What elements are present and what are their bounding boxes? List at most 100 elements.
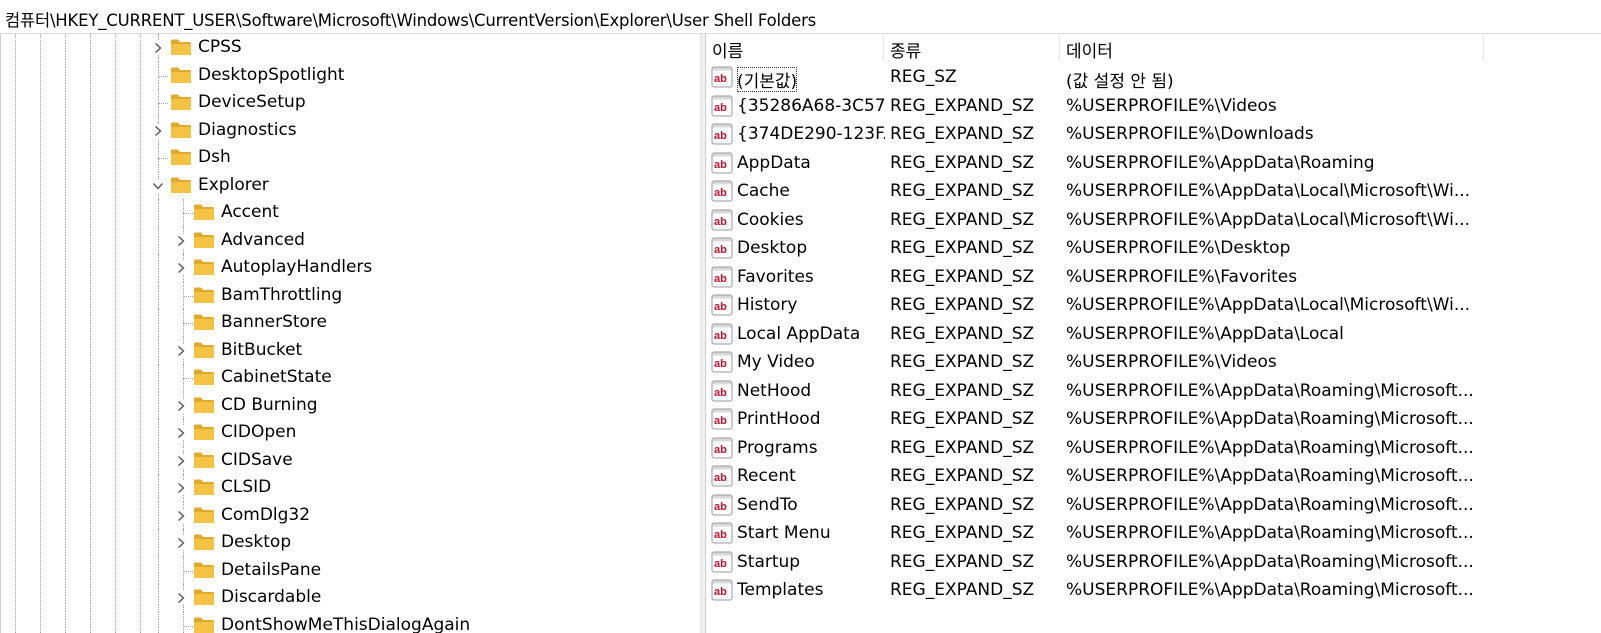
value-type: REG_EXPAND_SZ (890, 95, 1035, 116)
tree-item[interactable]: ComDlg32 (1, 501, 700, 529)
chevron-right-icon[interactable] (174, 481, 188, 495)
tree-item[interactable]: Explorer (1, 171, 700, 199)
chevron-right-icon[interactable] (174, 426, 188, 440)
chevron-right-icon[interactable] (174, 261, 188, 275)
folder-icon (193, 616, 215, 633)
value-name: Start Menu (737, 523, 831, 543)
folder-icon (193, 451, 215, 469)
tree-item[interactable]: Desktop (1, 529, 700, 557)
column-header-type[interactable]: 종류 (884, 34, 1060, 62)
value-row[interactable]: ab {374DE290-123F... REG_EXPAND_SZ %USERPRO… (706, 120, 1601, 149)
folder-icon (170, 93, 192, 111)
value-name: Local AppData (737, 323, 861, 344)
value-row[interactable]: ab Startup REG_EXPAND_SZ %USERPROFILE%\AppD… (706, 548, 1601, 577)
tree-item[interactable]: CD Burning (1, 391, 700, 419)
chevron-right-icon[interactable] (174, 343, 188, 358)
value-name: Desktop (737, 238, 808, 258)
string-value-icon: ab (711, 579, 733, 601)
value-data: %USERPROFILE%\AppData\Roaming (1066, 152, 1375, 173)
tree-item-label: CPSS (198, 37, 242, 57)
tree-item[interactable]: BannerStore (1, 309, 700, 337)
value-row[interactable]: ab SendTo REG_EXPAND_SZ %USERPROFILE%\AppDa… (706, 491, 1601, 520)
chevron-right-icon[interactable] (174, 508, 188, 523)
tree-connector (183, 295, 193, 297)
tree-item[interactable]: CabinetState (1, 364, 700, 392)
svg-text:ab: ab (714, 102, 727, 114)
chevron-right-icon[interactable] (174, 233, 188, 248)
value-name: My Video (737, 352, 815, 372)
svg-text:ab: ab (714, 444, 727, 456)
value-type: REG_EXPAND_SZ (890, 352, 1035, 372)
value-row[interactable]: ab Favorites REG_EXPAND_SZ %USERPROFILE%\Fa… (706, 263, 1601, 292)
value-data: %USERPROFILE%\AppData\Roaming\Microsoft.… (1066, 551, 1474, 572)
value-row[interactable]: ab Cookies REG_EXPAND_SZ %USERPROFILE%\AppD… (706, 206, 1601, 235)
value-row[interactable]: ab My Video REG_EXPAND_SZ %USERPROFILE%\Vid… (706, 348, 1601, 377)
chevron-right-icon[interactable] (174, 398, 188, 413)
value-row[interactable]: ab Cache REG_EXPAND_SZ %USERPROFILE%\AppDat… (706, 177, 1601, 206)
tree-item[interactable]: AutoplayHandlers (1, 254, 700, 282)
tree-connector (158, 364, 159, 392)
string-value-icon: ab (711, 522, 733, 544)
column-header-data[interactable]: 데이터 (1060, 34, 1484, 62)
chevron-down-icon[interactable] (151, 178, 165, 193)
registry-tree-pane[interactable]: CPSS DesktopSpotlight DeviceSetup Diagnosti… (0, 34, 700, 633)
column-header-name[interactable]: 이름 (706, 34, 884, 62)
chevron-right-icon[interactable] (174, 536, 188, 550)
value-data: %USERPROFILE%\Downloads (1066, 124, 1314, 144)
chevron-right-icon[interactable] (174, 453, 188, 468)
value-row[interactable]: ab Templates REG_EXPAND_SZ %USERPROFILE%\Ap… (706, 576, 1601, 605)
tree-item-label: DontShowMeThisDialogAgain (221, 614, 471, 633)
string-value-icon: ab (711, 266, 733, 288)
address-path[interactable]: 컴퓨터\HKEY_CURRENT_USER\Software\Microsoft… (5, 7, 816, 31)
value-row[interactable]: ab Recent REG_EXPAND_SZ %USERPROFILE%\AppDa… (706, 462, 1601, 491)
chevron-right-icon[interactable] (174, 591, 188, 605)
chevron-right-icon[interactable] (151, 123, 165, 138)
value-data: %USERPROFILE%\AppData\Local\Microsoft\Wi… (1066, 209, 1471, 230)
registry-values-pane[interactable]: 이름 종류 데이터 ab (기본값) REG_SZ (값 설정 안 됨) ab {3528… (706, 34, 1601, 633)
value-row[interactable]: ab {35286A68-3C57...REG_EXPAND_SZ %USERPRO… (706, 92, 1601, 121)
string-value-icon: ab (711, 237, 733, 259)
value-name: AppData (737, 152, 811, 173)
value-data: %USERPROFILE%\AppData\Local\Microsoft\Wi… (1066, 181, 1471, 201)
string-value-icon: ab (711, 551, 733, 573)
tree-item[interactable]: Diagnostics (1, 116, 700, 144)
value-type: REG_EXPAND_SZ (890, 437, 1035, 458)
string-value-icon: ab (711, 66, 733, 88)
value-type: REG_EXPAND_SZ (890, 124, 1035, 144)
tree-item[interactable]: DontShowMeThisDialogAgain (1, 611, 700, 633)
tree-item[interactable]: Discardable (1, 584, 700, 612)
value-data: %USERPROFILE%\Favorites (1066, 266, 1298, 287)
value-row[interactable]: ab NetHood REG_EXPAND_SZ %USERPROFILE%\AppD… (706, 377, 1601, 406)
value-name: Templates (737, 580, 824, 600)
tree-item[interactable]: CIDSave (1, 446, 700, 474)
value-row[interactable]: ab Programs REG_EXPAND_SZ %USERPROFILE%\App… (706, 434, 1601, 463)
value-data: %USERPROFILE%\AppData\Roaming\Microsoft.… (1066, 409, 1474, 429)
value-row[interactable]: ab PrintHood REG_EXPAND_SZ %USERPROFILE%\Ap… (706, 405, 1601, 434)
tree-connector (183, 570, 193, 572)
tree-item[interactable]: CPSS (1, 34, 700, 62)
value-row[interactable]: ab (기본값) REG_SZ (값 설정 안 됨) (706, 63, 1601, 92)
string-value-icon: ab (711, 180, 733, 202)
tree-item[interactable]: DetailsPane (1, 556, 700, 584)
value-row[interactable]: ab AppData REG_EXPAND_SZ %USERPROFILE%\AppD… (706, 149, 1601, 178)
value-row[interactable]: ab Desktop REG_EXPAND_SZ %USERPROFILE%\Desk… (706, 234, 1601, 263)
tree-item[interactable]: CLSID (1, 474, 700, 502)
tree-item[interactable]: DesktopSpotlight (1, 61, 700, 89)
value-row[interactable]: ab Local AppData REG_EXPAND_SZ %USERPROFILE… (706, 320, 1601, 349)
value-row[interactable]: ab History REG_EXPAND_SZ %USERPROFILE%\AppD… (706, 291, 1601, 320)
svg-text:ab: ab (714, 529, 727, 541)
tree-item[interactable]: Accent (1, 199, 700, 227)
tree-item[interactable]: BamThrottling (1, 281, 700, 309)
tree-item[interactable]: Dsh (1, 144, 700, 172)
tree-connector (158, 446, 159, 474)
tree-item[interactable]: Advanced (1, 226, 700, 254)
tree-item[interactable]: BitBucket (1, 336, 700, 364)
tree-item[interactable]: CIDOpen (1, 419, 700, 447)
value-data: %USERPROFILE%\AppData\Roaming\Microsoft.… (1066, 580, 1474, 600)
string-value-icon: ab (711, 123, 733, 145)
folder-icon (193, 561, 215, 579)
value-row[interactable]: ab Start Menu REG_EXPAND_SZ %USERPROFILE%\A… (706, 519, 1601, 548)
tree-item[interactable]: DeviceSetup (1, 89, 700, 117)
chevron-right-icon[interactable] (151, 41, 165, 55)
address-bar[interactable]: 컴퓨터\HKEY_CURRENT_USER\Software\Microsoft… (0, 0, 1601, 34)
